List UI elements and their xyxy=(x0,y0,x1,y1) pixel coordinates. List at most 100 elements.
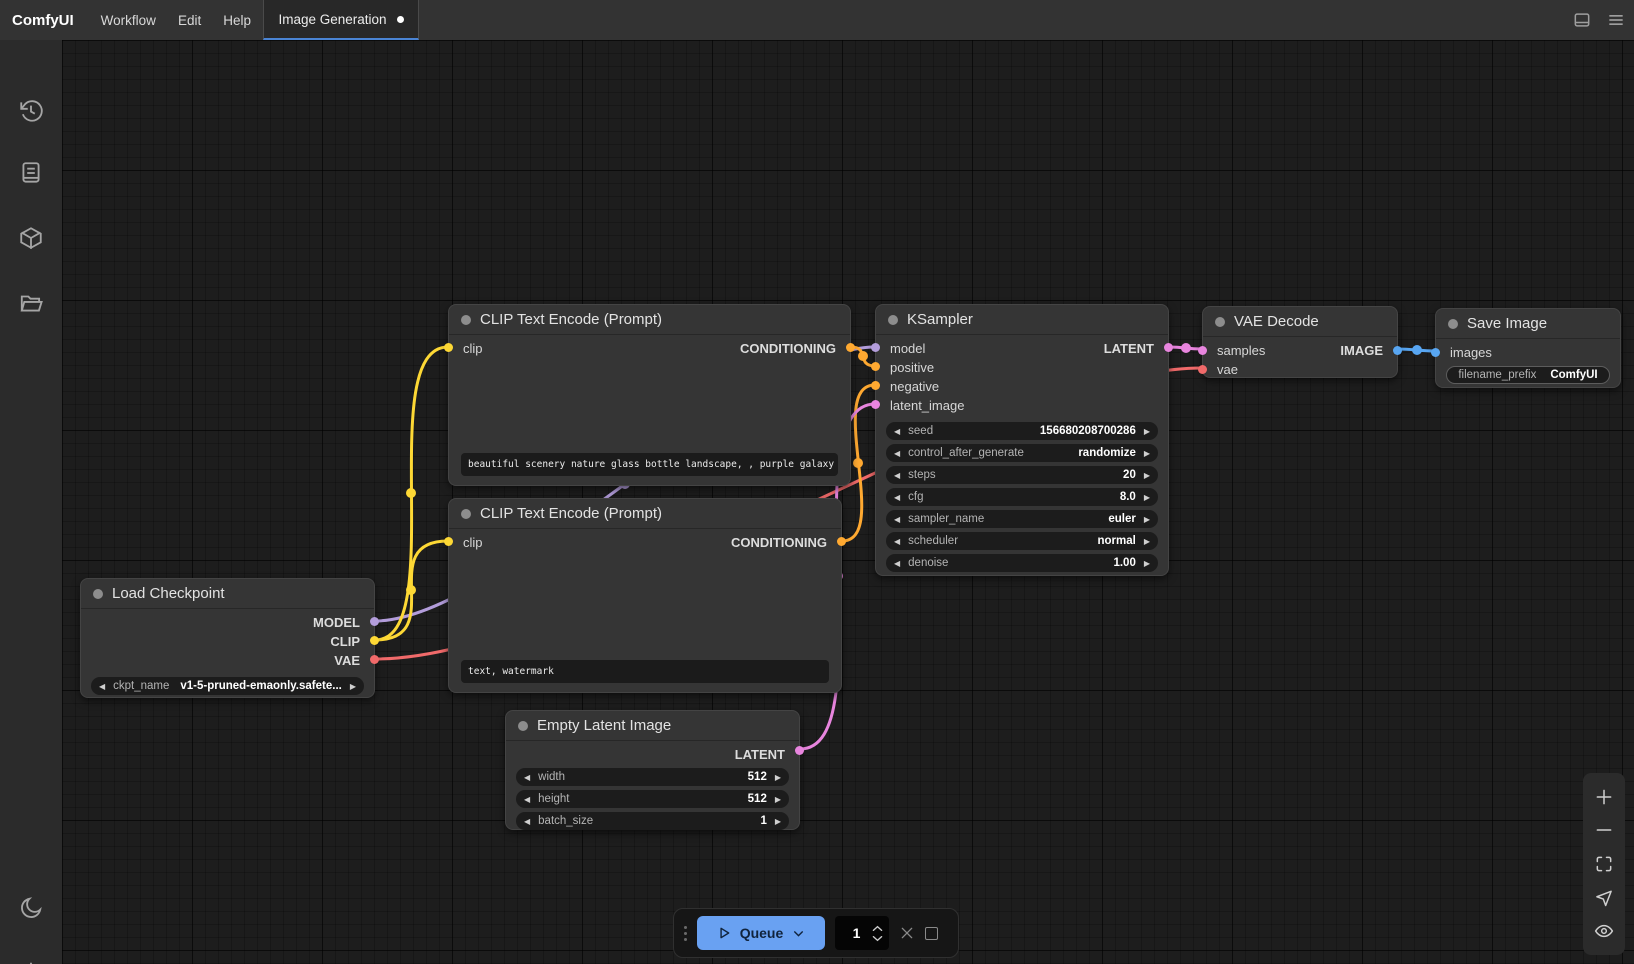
menu-help[interactable]: Help xyxy=(212,13,262,28)
next-arrow-icon[interactable]: ▶ xyxy=(1144,471,1150,480)
port-clip-input[interactable] xyxy=(444,343,453,352)
prompt-textarea[interactable]: beautiful scenery nature glass bottle la… xyxy=(461,453,838,476)
steps-widget[interactable]: ◀ steps 20 ▶ xyxy=(886,466,1158,484)
port-latent-image-input[interactable] xyxy=(871,400,880,409)
ckpt-name-widget[interactable]: ◀ ckpt_name v1-5-pruned-emaonly.safete..… xyxy=(91,677,364,695)
node-clip-text-encode-negative[interactable]: CLIP Text Encode (Prompt) clip CONDITION… xyxy=(448,498,842,693)
history-icon[interactable] xyxy=(18,98,44,124)
queue-button[interactable]: Queue xyxy=(697,916,825,950)
widget-value: 512 xyxy=(748,771,767,783)
node-load-checkpoint[interactable]: Load Checkpoint MODEL CLIP VAE ◀ ckpt_na… xyxy=(80,578,375,698)
prev-arrow-icon[interactable]: ◀ xyxy=(894,471,900,480)
widget-value: normal xyxy=(1098,535,1136,547)
node-graph-canvas[interactable] xyxy=(62,40,1634,964)
next-arrow-icon[interactable]: ▶ xyxy=(1144,427,1150,436)
node-status-dot-icon xyxy=(888,315,898,325)
prev-arrow-icon[interactable]: ◀ xyxy=(99,682,105,691)
prev-arrow-icon[interactable]: ◀ xyxy=(894,449,900,458)
port-latent-output[interactable] xyxy=(1164,343,1173,352)
port-latent-output[interactable] xyxy=(795,746,804,755)
next-arrow-icon[interactable]: ▶ xyxy=(1144,559,1150,568)
prev-arrow-icon[interactable]: ◀ xyxy=(894,515,900,524)
step-up-icon[interactable] xyxy=(872,925,883,932)
prev-arrow-icon[interactable]: ◀ xyxy=(524,795,530,804)
hamburger-menu-icon[interactable] xyxy=(1606,10,1626,30)
prev-arrow-icon[interactable]: ◀ xyxy=(894,537,900,546)
prev-arrow-icon[interactable]: ◀ xyxy=(524,817,530,826)
port-clip-input[interactable] xyxy=(444,537,453,546)
panel-bottom-icon[interactable] xyxy=(1572,10,1592,30)
seed-widget[interactable]: ◀ seed 156680208700286 ▶ xyxy=(886,422,1158,440)
menu-workflow[interactable]: Workflow xyxy=(90,13,167,28)
filename-prefix-widget[interactable]: filename_prefix ComfyUI xyxy=(1446,366,1610,384)
node-title: Save Image xyxy=(1467,315,1547,332)
port-vae-input[interactable] xyxy=(1198,365,1207,374)
scheduler-widget[interactable]: ◀ scheduler normal ▶ xyxy=(886,532,1158,550)
height-widget[interactable]: ◀ height 512 ▶ xyxy=(516,790,789,808)
zoom-in-icon[interactable] xyxy=(1594,787,1614,807)
prev-arrow-icon[interactable]: ◀ xyxy=(524,773,530,782)
input-label-vae: vae xyxy=(1217,362,1238,377)
clear-queue-icon[interactable] xyxy=(899,925,915,941)
port-conditioning-output[interactable] xyxy=(846,343,855,352)
node-title-bar[interactable]: CLIP Text Encode (Prompt) xyxy=(449,305,850,335)
next-arrow-icon[interactable]: ▶ xyxy=(775,817,781,826)
zoom-out-icon[interactable] xyxy=(1594,820,1614,840)
port-positive-input[interactable] xyxy=(871,362,880,371)
select-mode-icon[interactable] xyxy=(1594,888,1614,908)
node-clip-text-encode-positive[interactable]: CLIP Text Encode (Prompt) clip CONDITION… xyxy=(448,304,851,486)
node-ksampler[interactable]: KSampler model LATENT positive negative … xyxy=(875,304,1169,576)
cfg-widget[interactable]: ◀ cfg 8.0 ▶ xyxy=(886,488,1158,506)
toggle-link-visibility-eye-icon[interactable] xyxy=(1594,921,1614,941)
batch-count-stepper[interactable]: 1 xyxy=(835,916,889,950)
step-down-icon[interactable] xyxy=(872,935,883,942)
next-arrow-icon[interactable]: ▶ xyxy=(1144,493,1150,502)
control-after-generate-widget[interactable]: ◀ control_after_generate randomize ▶ xyxy=(886,444,1158,462)
port-images-input[interactable] xyxy=(1431,348,1440,357)
node-save-image[interactable]: Save Image images filename_prefix ComfyU… xyxy=(1435,308,1621,388)
prev-arrow-icon[interactable]: ◀ xyxy=(894,493,900,502)
fit-view-icon[interactable] xyxy=(1594,854,1614,874)
theme-moon-icon[interactable] xyxy=(18,895,44,921)
port-model-output[interactable] xyxy=(370,617,379,626)
batch-size-widget[interactable]: ◀ batch_size 1 ▶ xyxy=(516,812,789,830)
node-title-bar[interactable]: KSampler xyxy=(876,305,1168,335)
sampler-name-widget[interactable]: ◀ sampler_name euler ▶ xyxy=(886,510,1158,528)
node-empty-latent-image[interactable]: Empty Latent Image LATENT ◀ width 512 ▶ … xyxy=(505,710,800,830)
next-arrow-icon[interactable]: ▶ xyxy=(775,795,781,804)
next-arrow-icon[interactable]: ▶ xyxy=(1144,449,1150,458)
settings-gear-icon[interactable] xyxy=(18,960,44,964)
port-negative-input[interactable] xyxy=(871,381,880,390)
port-image-output[interactable] xyxy=(1393,346,1402,355)
node-title-bar[interactable]: Save Image xyxy=(1436,309,1620,339)
node-title-bar[interactable]: Load Checkpoint xyxy=(81,579,374,609)
width-widget[interactable]: ◀ width 512 ▶ xyxy=(516,768,789,786)
next-arrow-icon[interactable]: ▶ xyxy=(1144,537,1150,546)
denoise-widget[interactable]: ◀ denoise 1.00 ▶ xyxy=(886,554,1158,572)
port-model-input[interactable] xyxy=(871,343,880,352)
node-title-bar[interactable]: Empty Latent Image xyxy=(506,711,799,741)
next-arrow-icon[interactable]: ▶ xyxy=(350,682,356,691)
queue-log-icon[interactable] xyxy=(18,160,44,186)
next-arrow-icon[interactable]: ▶ xyxy=(775,773,781,782)
node-library-icon[interactable] xyxy=(18,225,44,251)
menu-edit[interactable]: Edit xyxy=(167,13,212,28)
stop-icon[interactable] xyxy=(925,927,938,940)
tab-image-generation[interactable]: Image Generation xyxy=(263,0,419,40)
node-vae-decode[interactable]: VAE Decode samples IMAGE vae xyxy=(1202,306,1398,378)
unsaved-dot-icon xyxy=(397,16,404,23)
node-title-bar[interactable]: CLIP Text Encode (Prompt) xyxy=(449,499,841,529)
prompt-textarea[interactable]: text, watermark xyxy=(461,660,829,683)
next-arrow-icon[interactable]: ▶ xyxy=(1144,515,1150,524)
play-icon xyxy=(717,926,731,940)
drag-handle-icon[interactable] xyxy=(684,926,687,941)
prev-arrow-icon[interactable]: ◀ xyxy=(894,427,900,436)
port-samples-input[interactable] xyxy=(1198,346,1207,355)
port-vae-output[interactable] xyxy=(370,655,379,664)
workflows-folder-icon[interactable] xyxy=(18,290,44,316)
port-clip-output[interactable] xyxy=(370,636,379,645)
port-conditioning-output[interactable] xyxy=(837,537,846,546)
prev-arrow-icon[interactable]: ◀ xyxy=(894,559,900,568)
chevron-down-icon[interactable] xyxy=(792,927,805,940)
node-title-bar[interactable]: VAE Decode xyxy=(1203,307,1397,337)
